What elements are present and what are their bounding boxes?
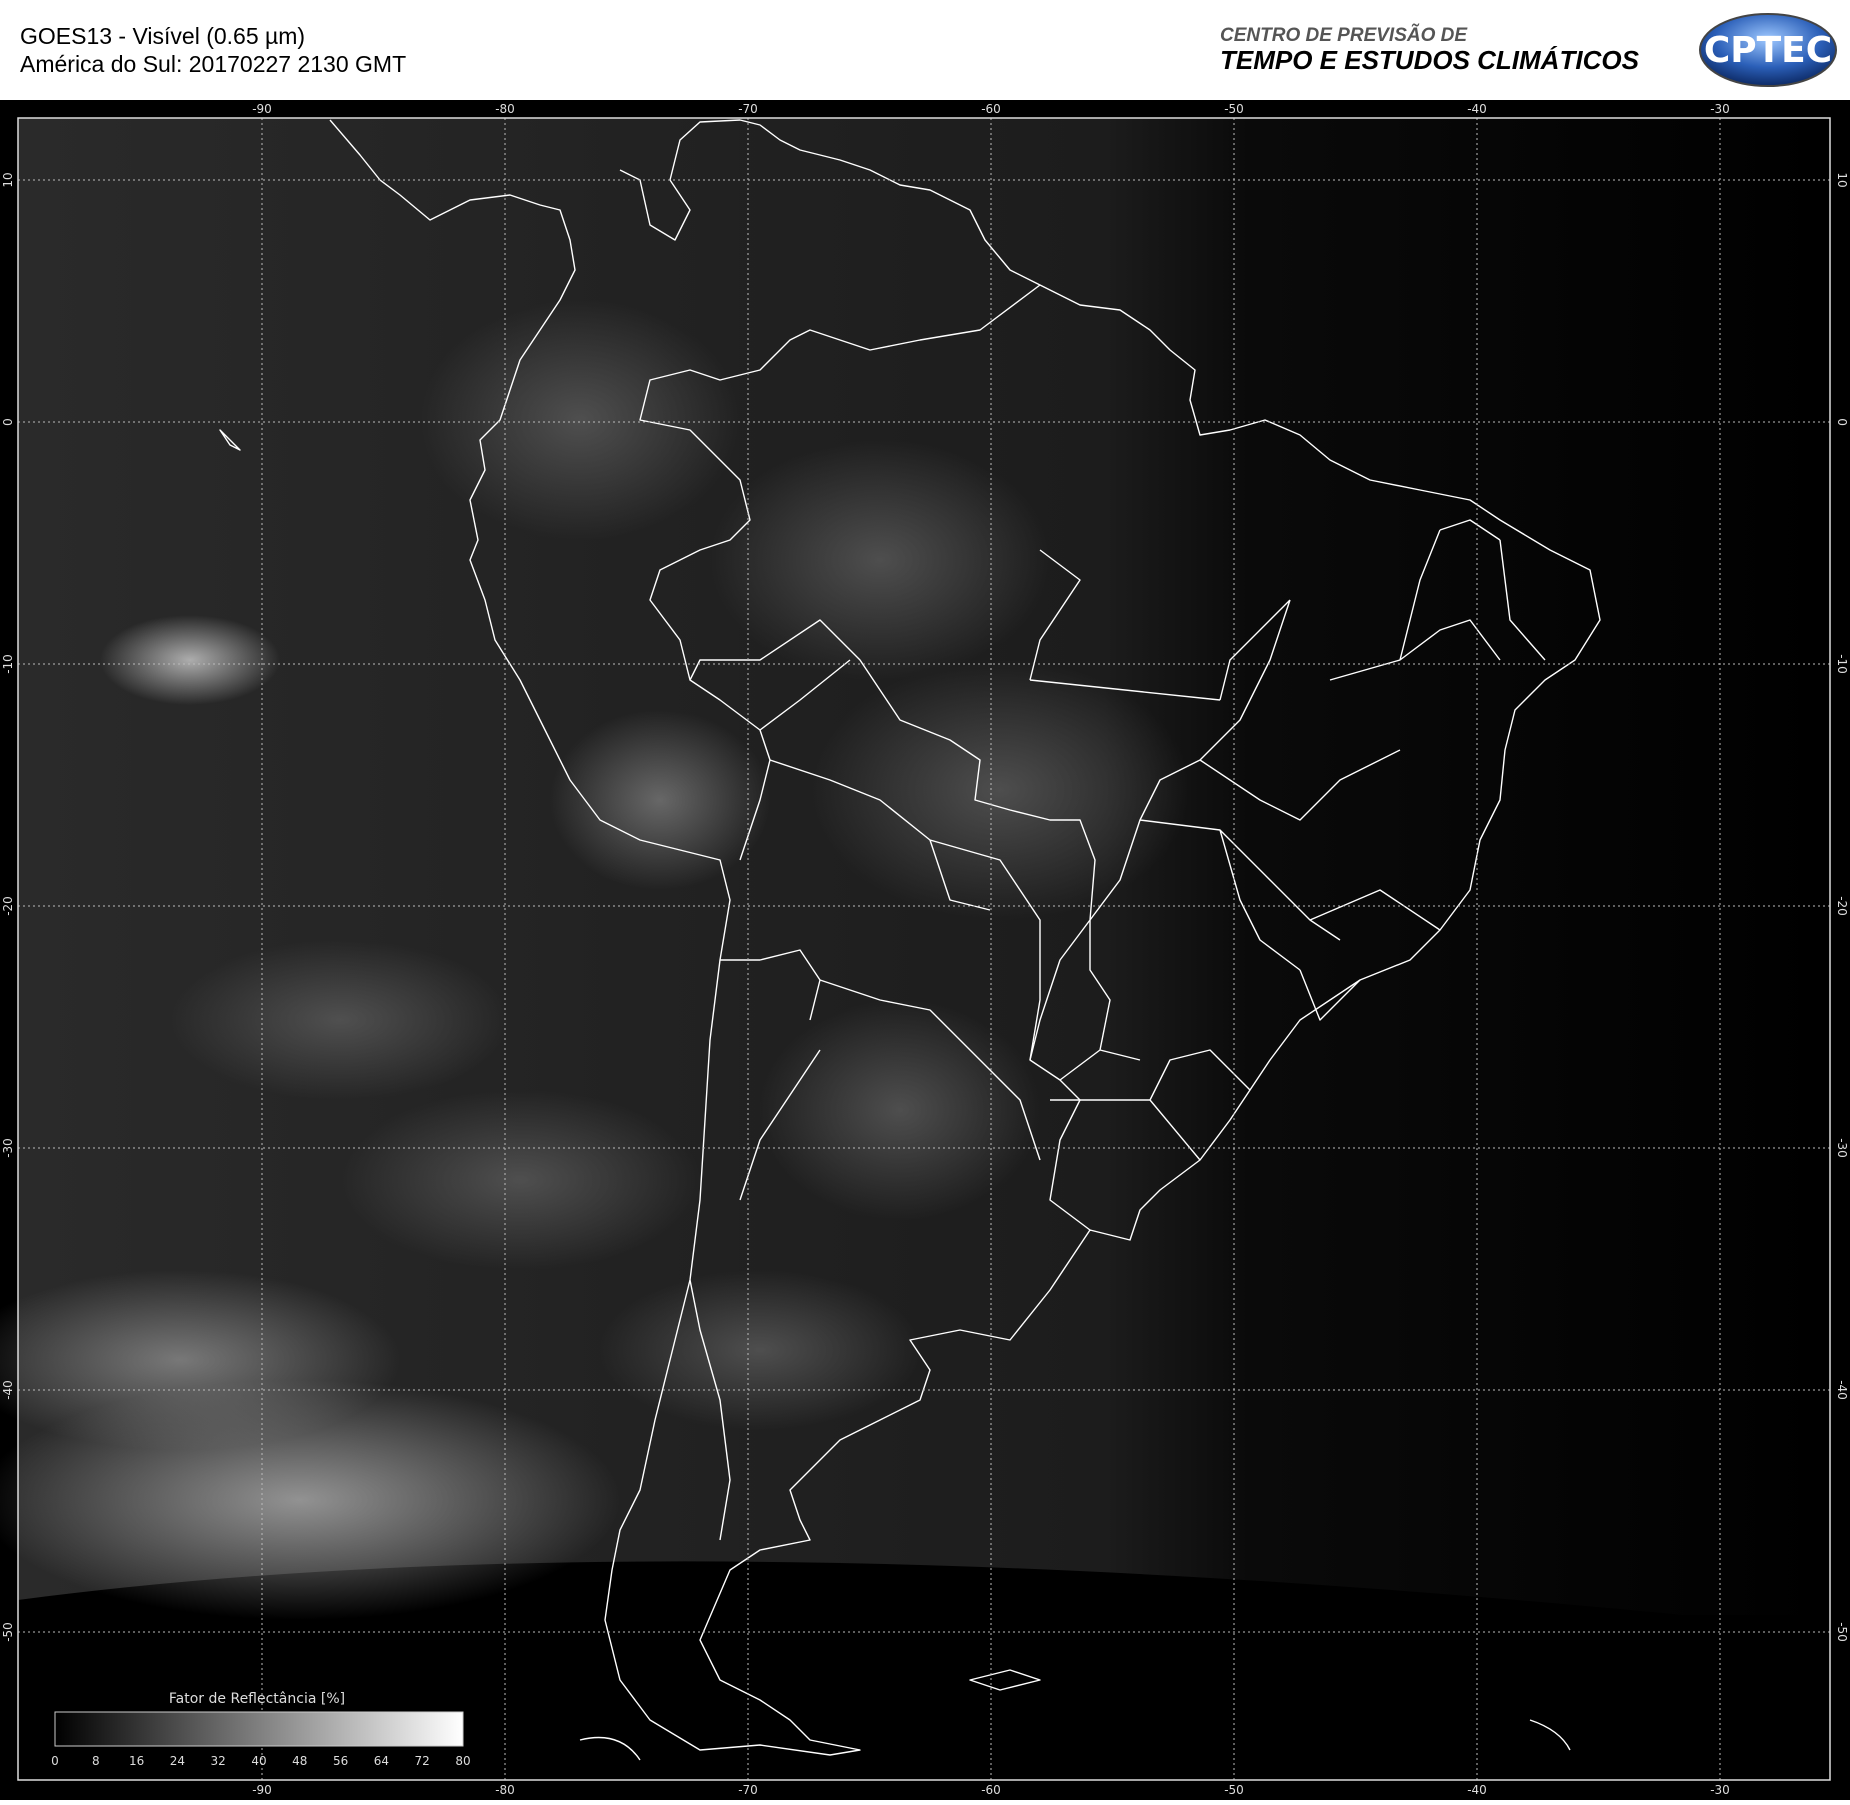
longitude-labels-bottom: -90 -80 -70 -60 -50 -40 -30 <box>252 1783 1730 1797</box>
map-canvas: -90 -80 -70 -60 -50 -40 -30 -90 -80 -70 … <box>0 102 1849 1797</box>
lon-tick-label: -60 <box>981 1783 1001 1797</box>
lat-tick-label: -40 <box>1835 1380 1849 1400</box>
colorbar-gradient <box>54 1711 464 1747</box>
satellite-map: -90 -80 -70 -60 -50 -40 -30 -90 -80 -70 … <box>0 100 1850 1800</box>
lon-tick-label: -80 <box>495 102 515 116</box>
colorbar-tick-label: 16 <box>129 1754 144 1768</box>
colorbar-tick-label: 24 <box>170 1754 185 1768</box>
lon-tick-label: -60 <box>981 102 1001 116</box>
lat-tick-label: -30 <box>1 1138 15 1158</box>
colorbar-tick-label: 48 <box>292 1754 307 1768</box>
colorbar-tick-label: 40 <box>251 1754 266 1768</box>
colorbar-tick-label: 8 <box>92 1754 100 1768</box>
longitude-labels-top: -90 -80 -70 -60 -50 -40 -30 <box>252 102 1730 116</box>
lon-tick-label: -70 <box>738 102 758 116</box>
image-title: GOES13 - Visível (0.65 µm) América do Su… <box>20 22 406 78</box>
lat-tick-label: 10 <box>1 172 15 187</box>
lat-tick-label: 0 <box>1 418 15 426</box>
lon-tick-label: -40 <box>1467 102 1487 116</box>
title-line-2: América do Sul: 20170227 2130 GMT <box>20 51 407 77</box>
colorbar-tick-label: 0 <box>51 1754 59 1768</box>
lon-tick-label: -50 <box>1224 102 1244 116</box>
organization-name: CENTRO DE PREVISÃO DE TEMPO E ESTUDOS CL… <box>1220 25 1639 75</box>
colorbar-title: Fator de Reflectância [%] <box>169 1691 345 1707</box>
lon-tick-label: -30 <box>1710 1783 1730 1797</box>
org-line-1: CENTRO DE PREVISÃO DE <box>1220 25 1468 46</box>
lat-tick-label: -50 <box>1 1622 15 1642</box>
lat-tick-label: -10 <box>1 654 15 674</box>
lat-tick-label: -10 <box>1835 654 1849 674</box>
lon-tick-label: -40 <box>1467 1783 1487 1797</box>
lon-tick-label: -90 <box>252 1783 272 1797</box>
colorbar-tick-label: 32 <box>211 1754 226 1768</box>
lat-tick-label: -30 <box>1835 1138 1849 1158</box>
header: GOES13 - Visível (0.65 µm) América do Su… <box>0 0 1850 100</box>
colorbar-tick-label: 80 <box>455 1754 470 1768</box>
lat-tick-label: 10 <box>1835 172 1849 187</box>
org-line-2: TEMPO E ESTUDOS CLIMÁTICOS <box>1220 45 1639 75</box>
title-line-1: GOES13 - Visível (0.65 µm) <box>20 23 306 49</box>
cptec-logo: CPTEC <box>1699 13 1837 87</box>
lon-tick-label: -80 <box>495 1783 515 1797</box>
lon-tick-label: -70 <box>738 1783 758 1797</box>
lat-tick-label: 0 <box>1835 418 1849 426</box>
lon-tick-label: -30 <box>1710 102 1730 116</box>
colorbar-tick-label: 56 <box>333 1754 348 1768</box>
colorbar-tick-label: 72 <box>415 1754 430 1768</box>
logo-text: CPTEC <box>1704 30 1832 71</box>
satellite-imagery <box>0 118 1830 1760</box>
latitude-labels-right: 10 0 -10 -20 -30 -40 -50 <box>1835 172 1849 1641</box>
lat-tick-label: -20 <box>1 896 15 916</box>
lat-tick-label: -50 <box>1835 1622 1849 1642</box>
colorbar-tick-label: 64 <box>374 1754 389 1768</box>
lon-tick-label: -90 <box>252 102 272 116</box>
latitude-labels-left: 10 0 -10 -20 -30 -40 -50 <box>1 172 15 1641</box>
lat-tick-label: -40 <box>1 1380 15 1400</box>
lat-tick-label: -20 <box>1835 896 1849 916</box>
lon-tick-label: -50 <box>1224 1783 1244 1797</box>
